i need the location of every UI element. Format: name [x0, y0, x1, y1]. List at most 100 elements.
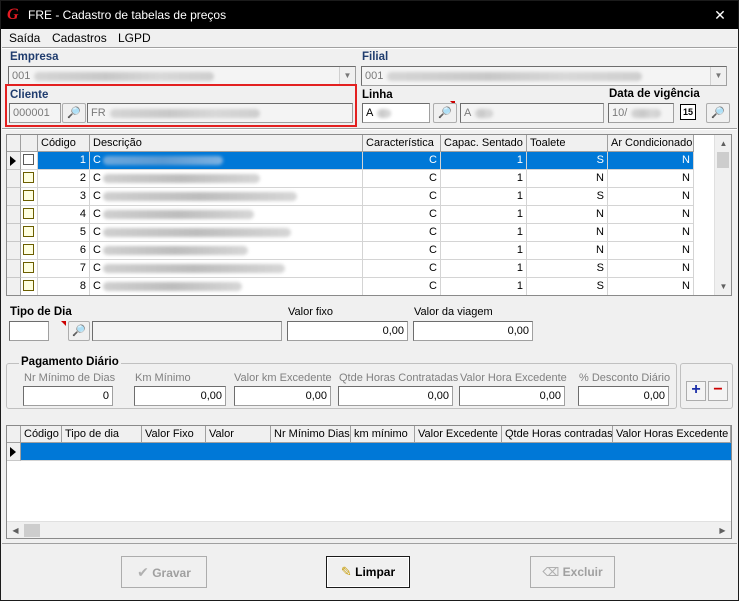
col-nr-minimo-dias[interactable]: Nr Mínimo Dias — [271, 426, 351, 443]
checkbox-icon[interactable] — [23, 153, 34, 165]
descricao-text: C — [93, 262, 101, 274]
descricao-text: C — [93, 172, 101, 184]
menu-saida[interactable]: Saída — [9, 31, 40, 45]
chevron-down-icon[interactable]: ▼ — [710, 67, 726, 85]
cell-capac-sentado: 1 — [441, 260, 527, 278]
close-icon[interactable]: ✕ — [708, 5, 732, 25]
cell-capac-sentado: 1 — [441, 206, 527, 224]
grid-vscrollbar[interactable]: ▲ ▼ — [714, 135, 731, 295]
empresa-label: Empresa — [10, 51, 59, 63]
chevron-down-icon[interactable]: ▼ — [339, 67, 355, 85]
checkbox-icon[interactable] — [23, 207, 34, 219]
cell-codigo: 5 — [38, 224, 90, 242]
empresa-value: 001 — [12, 70, 31, 82]
table-row[interactable] — [21, 443, 731, 461]
valor-fixo-input[interactable]: 0,00 — [287, 321, 408, 341]
filial-select[interactable]: 001 ▼ — [361, 66, 727, 86]
cell-descricao: C — [90, 260, 363, 278]
scroll-thumb[interactable] — [717, 152, 729, 168]
km-minimo-input[interactable]: 0,00 — [134, 386, 226, 406]
row-checkbox[interactable] — [21, 170, 38, 188]
cell-codigo: 3 — [38, 188, 90, 206]
col-valor-fixo[interactable]: Valor Fixo — [142, 426, 206, 443]
add-button[interactable]: + — [686, 381, 706, 401]
limpar-button[interactable]: ✎ Limpar — [326, 556, 410, 588]
cell-toalete: S — [527, 278, 608, 295]
checkbox-icon[interactable] — [23, 189, 34, 201]
valor-hora-excedente-label: Valor Hora Excedente — [460, 372, 567, 384]
scroll-right-icon[interactable]: ▶ — [714, 522, 731, 538]
cell-capac-sentado: 1 — [441, 278, 527, 295]
row-checkbox[interactable] — [21, 224, 38, 242]
calendar-icon[interactable]: 15 — [680, 104, 696, 120]
checkbox-icon[interactable] — [23, 243, 34, 255]
linha-name-value: A — [464, 107, 472, 119]
col-codigo[interactable]: Código — [38, 135, 90, 152]
scroll-up-icon[interactable]: ▲ — [715, 135, 731, 152]
col-descricao[interactable]: Descrição — [90, 135, 363, 152]
cell-codigo: 6 — [38, 242, 90, 260]
col-valor-horas-excedente[interactable]: Valor Horas Excedente — [613, 426, 731, 443]
valor-km-excedente-input[interactable]: 0,00 — [234, 386, 331, 406]
cell-codigo: 1 — [38, 152, 90, 170]
col-codigo[interactable]: Código — [21, 426, 62, 443]
required-marker — [61, 321, 66, 326]
cell-codigo: 2 — [38, 170, 90, 188]
descricao-text: C — [93, 244, 101, 256]
checkbox-icon[interactable] — [23, 225, 34, 237]
linha-code-input[interactable]: A — [362, 103, 430, 123]
scroll-left-icon[interactable]: ◀ — [7, 522, 24, 538]
checkbox-icon[interactable] — [23, 171, 34, 183]
desconto-diario-label: % Desconto Diário — [579, 372, 671, 384]
qtde-horas-contratadas-input[interactable]: 0,00 — [338, 386, 453, 406]
binoculars-icon[interactable]: 🔎 — [706, 103, 730, 123]
binoculars-icon[interactable]: 🔎 — [433, 103, 457, 123]
row-checkbox[interactable] — [21, 152, 38, 170]
col-capac-sentado[interactable]: Capac. Sentado — [441, 135, 527, 152]
excluir-button[interactable]: ⌫ Excluir — [530, 556, 615, 588]
redacted-text — [102, 281, 242, 291]
binoculars-icon[interactable]: 🔎 — [68, 321, 90, 341]
row-checkbox[interactable] — [21, 206, 38, 224]
scroll-down-icon[interactable]: ▼ — [715, 278, 731, 295]
remove-button[interactable]: − — [708, 381, 728, 401]
col-ar-condicionado[interactable]: Ar Condicionado — [608, 135, 694, 152]
grid-hscrollbar[interactable]: ◀ ▶ — [7, 521, 731, 538]
cell-toalete: N — [527, 224, 608, 242]
descricao-text: C — [93, 190, 101, 202]
valor-viagem-input[interactable]: 0,00 — [413, 321, 533, 341]
row-checkbox[interactable] — [21, 260, 38, 278]
desconto-diario-input[interactable]: 0,00 — [578, 386, 669, 406]
gravar-button[interactable]: ✔ Gravar — [121, 556, 207, 588]
col-valor[interactable]: Valor — [206, 426, 271, 443]
col-qtde-horas-contradas[interactable]: Qtde Horas contradas — [502, 426, 613, 443]
menu-cadastros[interactable]: Cadastros — [52, 31, 107, 45]
vigencia-input[interactable]: 10/ — [608, 103, 674, 123]
col-caracteristica[interactable]: Característica — [363, 135, 441, 152]
col-valor-excedente[interactable]: Valor Excedente — [415, 426, 502, 443]
valor-hora-excedente-input[interactable]: 0,00 — [459, 386, 565, 406]
tipo-dia-name-field — [92, 321, 282, 341]
col-km-minimo[interactable]: km mínimo — [351, 426, 415, 443]
cell-capac-sentado: 1 — [441, 224, 527, 242]
cell-caracteristica: C — [363, 224, 441, 242]
row-checkbox[interactable] — [21, 278, 38, 295]
redacted-text — [102, 191, 297, 201]
menu-lgpd[interactable]: LGPD — [118, 31, 151, 45]
binoculars-icon[interactable]: 🔎 — [62, 103, 86, 123]
nr-minimo-dias-input[interactable]: 0 — [23, 386, 113, 406]
checkbox-icon[interactable] — [23, 279, 34, 291]
cell-descricao: C — [90, 224, 363, 242]
col-tipo-dia[interactable]: Tipo de dia — [62, 426, 142, 443]
cliente-code-input[interactable]: 000001 — [9, 103, 61, 123]
scroll-thumb[interactable] — [24, 524, 40, 537]
row-checkbox[interactable] — [21, 188, 38, 206]
col-toalete[interactable]: Toalete — [527, 135, 608, 152]
grid-check-header — [21, 135, 38, 152]
descricao-text: C — [93, 280, 101, 292]
checkbox-icon[interactable] — [23, 261, 34, 273]
tipo-dia-code-input[interactable] — [9, 321, 49, 341]
empresa-select[interactable]: 001 ▼ — [8, 66, 356, 86]
row-checkbox[interactable] — [21, 242, 38, 260]
cell-descricao: C — [90, 206, 363, 224]
